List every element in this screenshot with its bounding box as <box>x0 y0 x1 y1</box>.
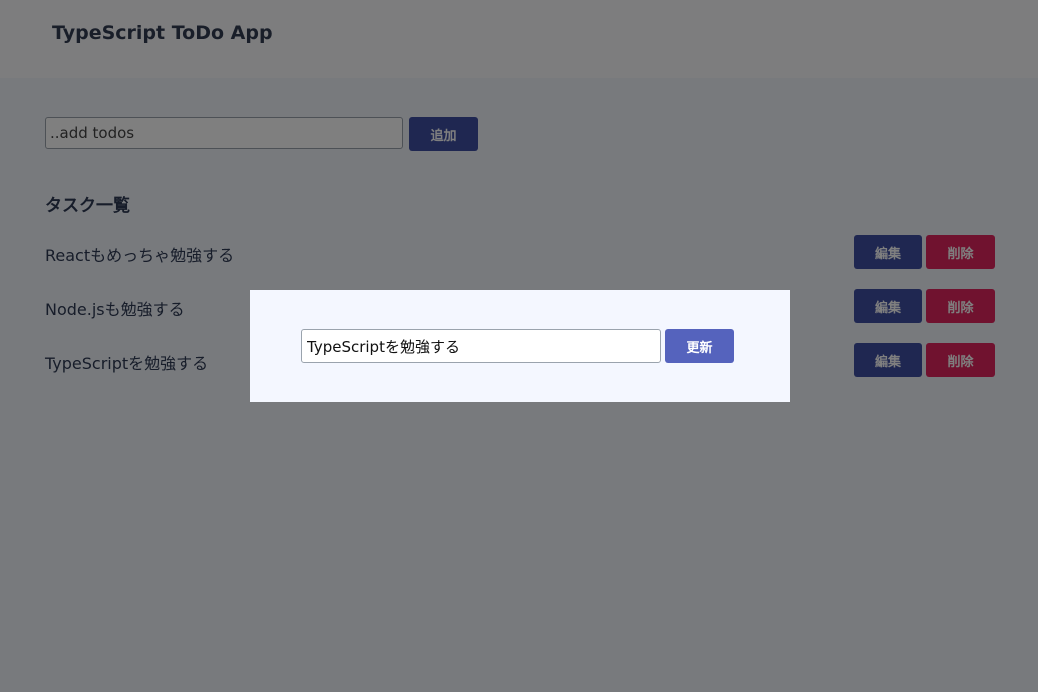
update-button[interactable]: 更新 <box>665 329 734 363</box>
edit-todo-input[interactable] <box>301 329 661 363</box>
modal-overlay[interactable]: 更新 <box>0 0 1038 692</box>
edit-modal: 更新 <box>250 290 790 402</box>
